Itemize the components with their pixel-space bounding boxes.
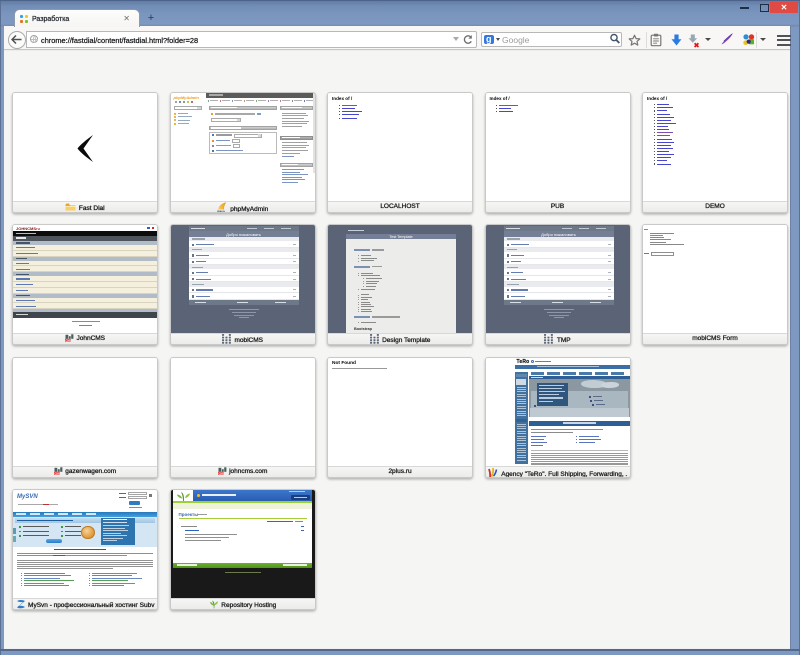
svg-text:PMA: PMA: [217, 210, 225, 212]
svg-text:CMS: CMS: [54, 471, 60, 475]
svg-text:CMS: CMS: [218, 471, 224, 475]
svg-text:CMS: CMS: [65, 339, 71, 343]
